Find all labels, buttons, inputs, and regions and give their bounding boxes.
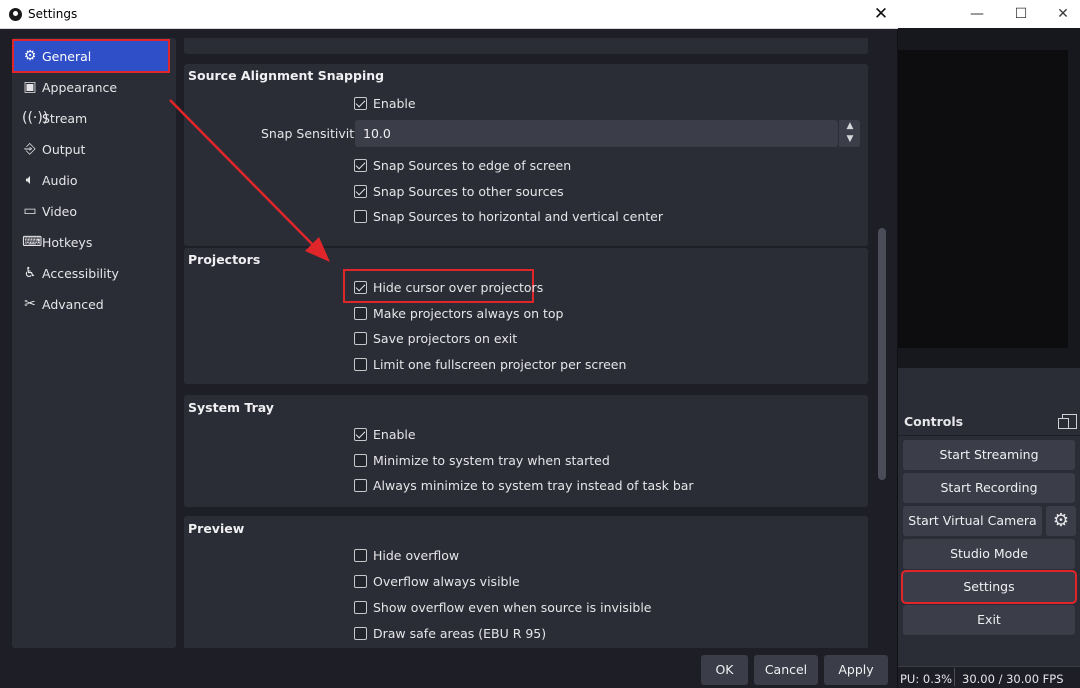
main-close-button[interactable]: ✕ — [1040, 0, 1080, 28]
dock-popout-icon[interactable] — [1058, 414, 1077, 429]
snap-sensitivity-spinner: ▲ ▼ — [838, 120, 860, 147]
sidebar-item-hotkeys[interactable]: ⌨ Hotkeys — [14, 227, 168, 257]
sidebar-item-accessibility[interactable]: ♿︎ Accessibility — [14, 258, 168, 288]
sidebar-item-label: Stream — [42, 111, 88, 126]
checkbox-box[interactable] — [354, 97, 367, 110]
sidebar-item-label: Accessibility — [42, 266, 119, 281]
sidebar-item-label: General — [42, 49, 92, 64]
status-fps: 30.00 / 30.00 FPS — [962, 672, 1064, 686]
output-icon: ⎆ — [24, 141, 36, 157]
checkbox-box[interactable] — [354, 601, 367, 614]
main-preview-canvas — [898, 50, 1068, 348]
checkbox-box[interactable] — [354, 210, 367, 223]
preview-group-title: Preview — [188, 521, 245, 536]
gear-icon: ⚙ — [23, 48, 37, 64]
palette-icon: ▣ — [23, 79, 37, 95]
checkbox-label: Limit one fullscreen projector per scree… — [373, 357, 627, 372]
checkbox-box[interactable] — [354, 428, 367, 441]
start-streaming-button[interactable]: Start Streaming — [903, 440, 1075, 470]
dialog-title: Settings — [28, 7, 78, 21]
checkbox-box[interactable] — [354, 307, 367, 320]
studio-mode-button[interactable]: Studio Mode — [903, 539, 1075, 569]
sidebar-item-video[interactable]: ▭ Video — [14, 196, 168, 226]
spin-down-icon[interactable]: ▼ — [839, 133, 861, 146]
snapping-group-title: Source Alignment Snapping — [188, 68, 385, 83]
checkbox-label: Snap Sources to horizontal and vertical … — [373, 209, 663, 224]
exit-button[interactable]: Exit — [903, 605, 1075, 635]
sidebar-item-label: Appearance — [42, 80, 118, 95]
broadcast-icon: ((·)) — [22, 110, 49, 126]
spin-up-icon[interactable]: ▲ — [839, 120, 861, 133]
checkbox-box[interactable] — [354, 454, 367, 467]
checkbox-label: Draw safe areas (EBU R 95) — [373, 626, 547, 641]
snap-sensitivity-label: Snap Sensitivity — [261, 126, 362, 141]
start-recording-button[interactable]: Start Recording — [903, 473, 1075, 503]
checkbox-box[interactable] — [354, 575, 367, 588]
checkbox-label: Overflow always visible — [373, 574, 520, 589]
controls-dock-title: Controls — [904, 414, 964, 429]
checkbox-label: Enable — [373, 96, 416, 111]
settings-dialog: Settings ✕ ⚙ General ▣ Appearance ((·)) … — [0, 0, 898, 688]
projectors-group-title: Projectors — [188, 252, 261, 267]
checkbox-label: Enable — [373, 427, 416, 442]
sidebar-item-label: Output — [42, 142, 86, 157]
sidebar-item-general[interactable]: ⚙ General — [12, 39, 170, 73]
checkbox-box[interactable] — [354, 281, 367, 294]
checkbox-box[interactable] — [354, 185, 367, 198]
main-minimize-button[interactable]: — — [954, 0, 1000, 28]
sidebar-item-output[interactable]: ⎆ Output — [14, 134, 168, 164]
keyboard-icon: ⌨ — [22, 234, 43, 250]
settings-button[interactable]: Settings — [901, 570, 1077, 604]
checkbox-box[interactable] — [354, 332, 367, 345]
sidebar-item-label: Video — [42, 204, 78, 219]
scrollbar-thumb[interactable] — [878, 228, 886, 480]
checkbox-label: Show overflow even when source is invisi… — [373, 600, 652, 615]
checkbox-label: Always minimize to system tray instead o… — [373, 478, 694, 493]
checkbox-label: Hide overflow — [373, 548, 460, 563]
start-virtual-camera-button[interactable]: Start Virtual Camera — [903, 506, 1042, 536]
main-dock-strip — [898, 368, 1080, 410]
status-separator — [954, 668, 955, 686]
virtual-camera-gear-icon[interactable]: ⚙ — [1046, 506, 1076, 536]
checkbox-box[interactable] — [354, 627, 367, 640]
apply-button[interactable]: Apply — [824, 655, 888, 685]
checkbox-box[interactable] — [354, 159, 367, 172]
sidebar-item-label: Audio — [42, 173, 78, 188]
sidebar-item-audio[interactable]: 🔈︎ Audio — [14, 165, 168, 195]
status-cpu: PU: 0.3% — [900, 672, 953, 686]
main-maximize-button[interactable]: ☐ — [998, 0, 1044, 28]
sidebar-item-label: Hotkeys — [42, 235, 93, 250]
dialog-close-icon[interactable]: ✕ — [864, 0, 898, 29]
cancel-button[interactable]: Cancel — [754, 655, 818, 685]
ok-button[interactable]: OK — [701, 655, 748, 685]
monitor-icon: ▭ — [23, 203, 37, 219]
dialog-titlebar: Settings ✕ — [0, 0, 898, 29]
sidebar-item-label: Advanced — [42, 297, 104, 312]
wrench-icon: ✂ — [24, 296, 36, 312]
sidebar-item-appearance[interactable]: ▣ Appearance — [14, 72, 168, 102]
checkbox-box[interactable] — [354, 549, 367, 562]
accessibility-icon: ♿︎ — [23, 265, 37, 281]
obs-logo-icon — [9, 8, 22, 21]
snap-sensitivity-input[interactable]: 10.0 — [355, 120, 838, 147]
sidebar-item-advanced[interactable]: ✂ Advanced — [14, 289, 168, 319]
checkbox-label: Make projectors always on top — [373, 306, 564, 321]
checkbox-box[interactable] — [354, 479, 367, 492]
checkbox-label: Snap Sources to edge of screen — [373, 158, 572, 173]
speaker-icon: 🔈︎ — [25, 172, 35, 188]
sidebar-item-stream[interactable]: ((·)) Stream — [14, 103, 168, 133]
checkbox-label: Hide cursor over projectors — [373, 280, 544, 295]
checkbox-label: Snap Sources to other sources — [373, 184, 564, 199]
system-tray-group-title: System Tray — [188, 400, 274, 415]
checkbox-label: Save projectors on exit — [373, 331, 518, 346]
checkbox-box[interactable] — [354, 358, 367, 371]
previous-group-tail — [184, 38, 868, 54]
checkbox-label: Minimize to system tray when started — [373, 453, 610, 468]
